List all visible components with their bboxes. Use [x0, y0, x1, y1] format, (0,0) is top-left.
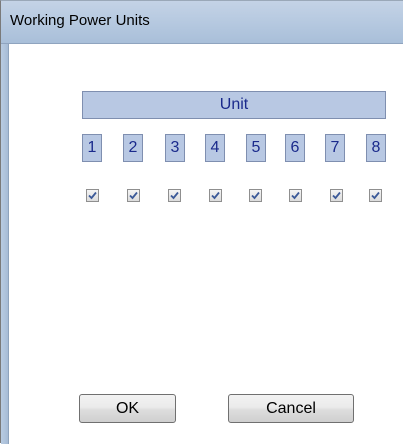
ok-button[interactable]: OK [79, 394, 176, 423]
unit-checkbox-2[interactable] [127, 189, 140, 202]
unit-checkbox-4[interactable] [209, 189, 222, 202]
check-mark-icon [129, 191, 138, 200]
unit-number-1: 1 [82, 134, 102, 162]
unit-number-8: 8 [366, 134, 386, 162]
unit-header-label: Unit [82, 91, 386, 119]
unit-number-4: 4 [205, 134, 225, 162]
unit-number-7: 7 [325, 134, 345, 162]
check-mark-icon [371, 191, 380, 200]
unit-checkbox-1[interactable] [86, 189, 99, 202]
check-mark-icon [211, 191, 220, 200]
window-frame-left [1, 44, 9, 444]
dialog-client-area: Unit 1 2 3 4 5 6 7 8 OK Cancel [9, 44, 403, 444]
title-bar[interactable]: Working Power Units [1, 1, 403, 44]
unit-checkbox-7[interactable] [330, 189, 343, 202]
check-mark-icon [332, 191, 341, 200]
unit-checkbox-8[interactable] [369, 189, 382, 202]
unit-checkbox-3[interactable] [168, 189, 181, 202]
cancel-button[interactable]: Cancel [228, 394, 354, 423]
window-title: Working Power Units [10, 12, 150, 29]
unit-checkbox-6[interactable] [289, 189, 302, 202]
unit-number-6: 6 [285, 134, 305, 162]
check-mark-icon [88, 191, 97, 200]
unit-number-2: 2 [123, 134, 143, 162]
check-mark-icon [170, 191, 179, 200]
unit-number-5: 5 [246, 134, 266, 162]
check-mark-icon [251, 191, 260, 200]
check-mark-icon [291, 191, 300, 200]
dialog-window: Working Power Units Unit 1 2 3 4 5 6 7 8… [0, 0, 403, 444]
unit-checkbox-5[interactable] [249, 189, 262, 202]
unit-number-3: 3 [165, 134, 185, 162]
